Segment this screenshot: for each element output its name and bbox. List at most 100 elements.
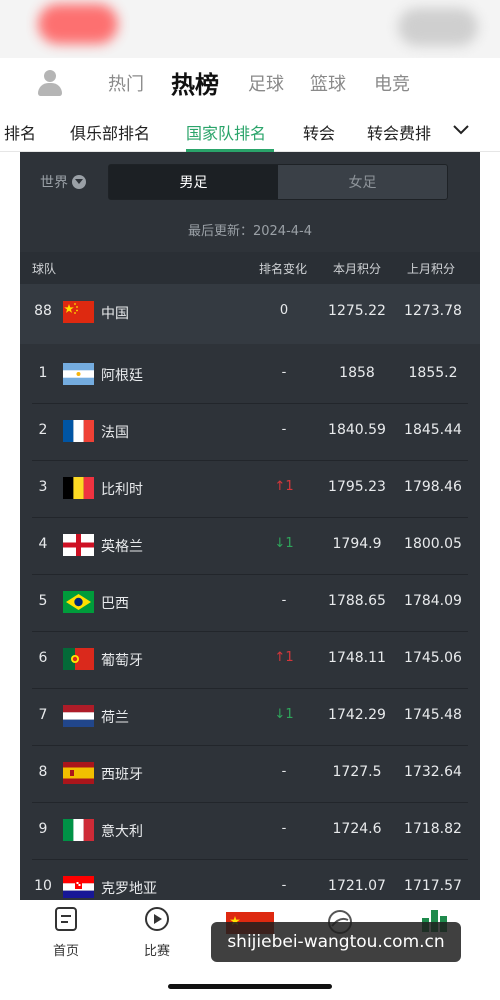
team-rank: 88 bbox=[34, 303, 52, 319]
current-points: 1721.07 bbox=[328, 878, 386, 894]
rank-change: ↑1 bbox=[256, 479, 312, 494]
current-points: 1742.29 bbox=[328, 707, 386, 723]
rank-change: 0 bbox=[279, 303, 289, 318]
home-doc-icon bbox=[55, 907, 77, 931]
rank-change-value: 1 bbox=[285, 479, 294, 494]
tab-trending[interactable]: 热榜 bbox=[171, 65, 219, 100]
table-row[interactable]: 6 葡萄牙 ↑1 1748.11 1745.06 bbox=[20, 631, 480, 688]
table-header: 球队 排名变化 本月积分 上月积分 bbox=[20, 252, 480, 284]
team-name: 西班牙 bbox=[101, 767, 143, 783]
app-screen: 热门 热榜 足球 篮球 电竞 排名 俱乐部排名 国家队排名 转会 转会费排 世界… bbox=[0, 0, 500, 1000]
england-flag-icon bbox=[63, 534, 94, 556]
subtab-ranking-partial[interactable]: 排名 bbox=[4, 120, 36, 144]
previous-points: 1745.48 bbox=[404, 707, 462, 723]
col-team: 球队 bbox=[32, 262, 57, 276]
rank-change: - bbox=[281, 821, 287, 836]
team-name: 英格兰 bbox=[101, 539, 143, 555]
current-points: 1275.22 bbox=[328, 303, 386, 319]
nav-home[interactable]: 首页 bbox=[36, 906, 96, 959]
sub-tab-bar: 排名 俱乐部排名 国家队排名 转会 转会费排 bbox=[0, 108, 500, 152]
col-current-points: 本月积分 bbox=[333, 262, 382, 276]
tab-football[interactable]: 足球 bbox=[248, 70, 284, 96]
last-updated-text: 最后更新：2024-4-4 bbox=[187, 224, 312, 239]
china-flag-icon bbox=[63, 301, 94, 323]
argentina-flag-icon bbox=[63, 363, 94, 385]
previous-points: 1784.09 bbox=[404, 593, 462, 609]
subtab-transfer-fees[interactable]: 转会费排 bbox=[367, 120, 431, 144]
arrow-down-icon: ↓ bbox=[274, 536, 286, 551]
team-rank: 9 bbox=[38, 821, 48, 837]
nav-matches[interactable]: 比赛 bbox=[127, 906, 187, 959]
rank-change-value: 1 bbox=[285, 536, 294, 551]
current-points: 1795.23 bbox=[328, 479, 386, 495]
belgium-flag-icon bbox=[63, 477, 94, 499]
table-row[interactable]: 88 中国 0 1275.22 1273.78 bbox=[20, 284, 480, 344]
status-bar bbox=[0, 0, 500, 58]
current-points: 1724.6 bbox=[332, 821, 382, 837]
segment-women[interactable]: 女足 bbox=[278, 165, 447, 199]
tab-basketball[interactable]: 篮球 bbox=[310, 70, 346, 96]
table-row[interactable]: 8 西班牙 - 1727.5 1732.64 bbox=[20, 745, 480, 802]
team-name: 比利时 bbox=[101, 482, 143, 498]
table-row[interactable]: 3 比利时 ↑1 1795.23 1798.46 bbox=[20, 460, 480, 517]
play-circle-icon bbox=[145, 907, 169, 931]
team-rank: 1 bbox=[38, 365, 48, 381]
table-row[interactable]: 10 克罗地亚 - 1721.07 1717.57 bbox=[20, 859, 480, 900]
rank-change: ↑1 bbox=[256, 650, 312, 665]
table-row[interactable]: 7 荷兰 ↓1 1742.29 1745.48 bbox=[20, 688, 480, 745]
table-row[interactable]: 4 英格兰 ↓1 1794.9 1800.05 bbox=[20, 517, 480, 574]
gender-segmented-control: 男足 女足 bbox=[108, 164, 448, 200]
rank-change: ↓1 bbox=[256, 707, 312, 722]
current-points: 1840.59 bbox=[328, 422, 386, 438]
arrow-down-icon: ↓ bbox=[274, 707, 286, 722]
subtab-club-ranking[interactable]: 俱乐部排名 bbox=[70, 120, 150, 144]
team-name: 葡萄牙 bbox=[101, 653, 143, 669]
arrow-up-icon: ↑ bbox=[274, 479, 286, 494]
team-rank: 3 bbox=[38, 479, 48, 495]
table-row[interactable]: 5 巴西 - 1788.65 1784.09 bbox=[20, 574, 480, 631]
team-name: 意大利 bbox=[101, 824, 143, 840]
rank-change-value: 1 bbox=[285, 707, 294, 722]
region-selector[interactable]: 世界 bbox=[40, 172, 86, 192]
previous-points: 1800.05 bbox=[404, 536, 462, 552]
current-points: 1788.65 bbox=[328, 593, 386, 609]
team-rank: 2 bbox=[38, 422, 48, 438]
rank-change: ↓1 bbox=[256, 536, 312, 551]
team-name: 巴西 bbox=[101, 596, 129, 612]
chevron-down-icon[interactable] bbox=[452, 118, 470, 140]
previous-points: 1732.64 bbox=[404, 764, 462, 780]
france-flag-icon bbox=[63, 420, 94, 442]
previous-points: 1798.46 bbox=[404, 479, 462, 495]
col-rank-change: 排名变化 bbox=[259, 262, 308, 276]
segment-men[interactable]: 男足 bbox=[109, 165, 278, 199]
rank-change: - bbox=[281, 365, 287, 380]
tab-hot[interactable]: 热门 bbox=[108, 70, 144, 96]
previous-points: 1718.82 bbox=[404, 821, 462, 837]
spain-flag-icon bbox=[63, 762, 94, 784]
team-rank: 10 bbox=[34, 878, 52, 894]
blurred-status-right bbox=[398, 8, 478, 46]
previous-points: 1273.78 bbox=[404, 303, 462, 319]
croatia-flag-icon bbox=[63, 876, 94, 898]
rank-change: - bbox=[281, 593, 287, 608]
team-name: 法国 bbox=[101, 425, 129, 441]
current-points: 1727.5 bbox=[332, 764, 382, 780]
user-avatar-icon[interactable] bbox=[38, 70, 62, 96]
current-points: 1794.9 bbox=[332, 536, 382, 552]
team-rank: 8 bbox=[38, 764, 48, 780]
subtab-national-team-ranking[interactable]: 国家队排名 bbox=[186, 120, 266, 144]
table-row[interactable]: 2 法国 - 1840.59 1845.44 bbox=[20, 403, 480, 460]
previous-points: 1855.2 bbox=[408, 365, 458, 381]
tab-esports[interactable]: 电竞 bbox=[374, 70, 410, 96]
table-row[interactable]: 9 意大利 - 1724.6 1718.82 bbox=[20, 802, 480, 859]
table-row[interactable]: 1 阿根廷 - 1858 1855.2 bbox=[20, 346, 480, 403]
subtab-transfers[interactable]: 转会 bbox=[303, 120, 335, 144]
rank-change: - bbox=[281, 878, 287, 893]
blurred-status-left bbox=[38, 4, 118, 44]
team-rank: 4 bbox=[38, 536, 48, 552]
current-points: 1748.11 bbox=[328, 650, 386, 666]
team-rank: 7 bbox=[38, 707, 48, 723]
previous-points: 1845.44 bbox=[404, 422, 462, 438]
arrow-up-icon: ↑ bbox=[274, 650, 286, 665]
top-tab-bar: 热门 热榜 足球 篮球 电竞 bbox=[0, 58, 500, 106]
